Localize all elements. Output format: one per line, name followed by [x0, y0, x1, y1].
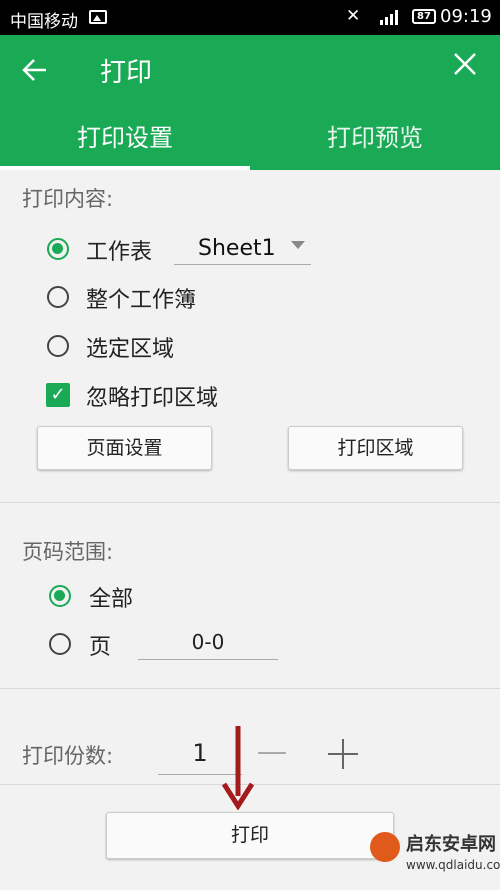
selection-label: 选定区域	[86, 337, 175, 362]
selection-radio[interactable]	[47, 335, 69, 357]
tab-print-settings[interactable]: 打印设置	[0, 107, 250, 170]
page-title: 打印	[100, 58, 153, 88]
active-tab-indicator	[0, 166, 250, 170]
print-button[interactable]: 打印	[106, 812, 394, 859]
divider	[0, 688, 500, 689]
mute-icon: ✕	[346, 6, 361, 26]
dropdown-caret-icon	[291, 241, 305, 249]
close-icon	[454, 53, 476, 75]
decrement-button[interactable]	[258, 752, 286, 754]
image-notification-icon	[89, 10, 107, 24]
whole-workbook-radio[interactable]	[47, 286, 69, 308]
page-range-option-label: 页	[89, 635, 112, 660]
copies-label: 打印份数:	[22, 744, 114, 768]
all-pages-radio[interactable]	[49, 585, 71, 607]
page-range-radio[interactable]	[49, 633, 71, 655]
status-bar: 中国移动 ✕ 87 09:19	[0, 0, 500, 35]
annotation-arrow-icon	[221, 726, 255, 810]
worksheet-radio[interactable]	[47, 238, 69, 260]
watermark-name: 启东安卓网	[406, 834, 496, 855]
tab-print-preview[interactable]: 打印预览	[250, 107, 500, 170]
watermark-logo	[370, 832, 400, 862]
battery-icon: 87	[412, 9, 436, 24]
page-range-input[interactable]: 0-0	[138, 630, 278, 660]
ignore-print-area-label: 忽略打印区域	[86, 386, 219, 411]
sheet-dropdown[interactable]: Sheet1	[174, 236, 311, 265]
clock: 09:19	[440, 6, 492, 27]
app-bar: 打印 打印设置 打印预览	[0, 35, 500, 170]
page-setup-button[interactable]: 页面设置	[37, 426, 212, 470]
carrier-name: 中国移动	[10, 12, 78, 32]
print-content-label: 打印内容:	[22, 187, 114, 211]
increment-button[interactable]	[328, 739, 358, 769]
back-arrow-icon	[22, 59, 46, 81]
close-button[interactable]	[448, 49, 482, 83]
print-area-button[interactable]: 打印区域	[288, 426, 463, 470]
all-pages-label: 全部	[89, 587, 134, 612]
watermark-url: www.qdlaidu.com	[406, 858, 500, 872]
worksheet-label: 工作表	[86, 240, 153, 265]
whole-workbook-label: 整个工作簿	[86, 288, 197, 313]
page-range-label: 页码范围:	[22, 540, 114, 564]
signal-icon	[380, 9, 402, 25]
back-button[interactable]	[18, 53, 52, 87]
sheet-dropdown-value: Sheet1	[198, 236, 276, 261]
ignore-print-area-checkbox[interactable]: ✓	[46, 383, 70, 407]
watermark: 启东安卓网 www.qdlaidu.com	[370, 826, 500, 886]
divider	[0, 502, 500, 503]
